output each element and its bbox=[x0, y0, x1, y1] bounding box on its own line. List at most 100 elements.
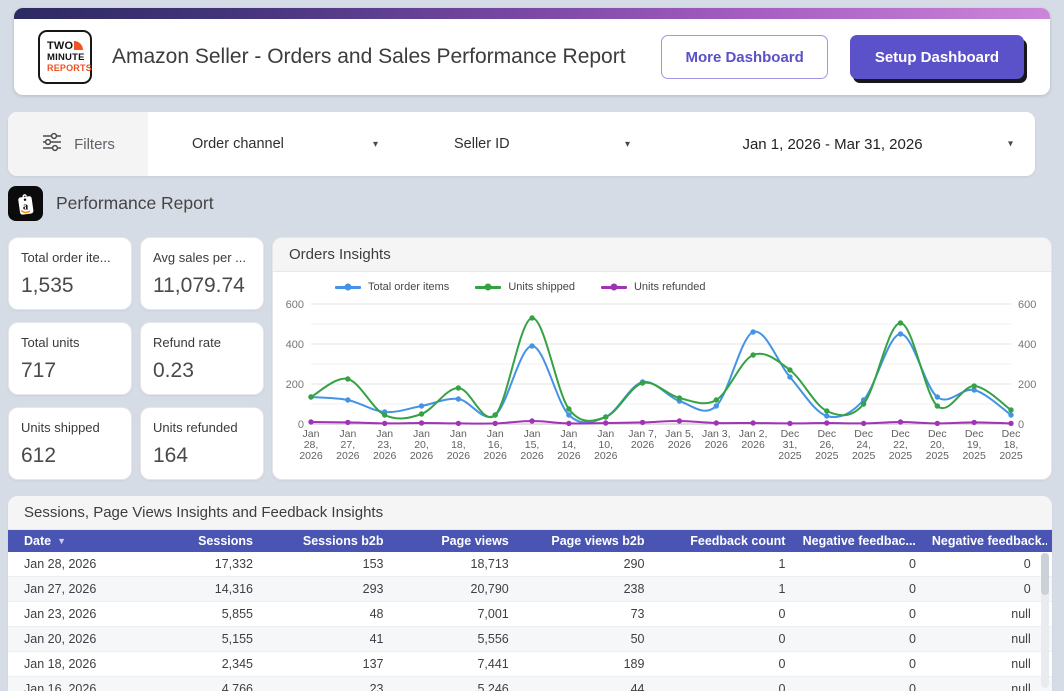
cell-sessions: 4,766 bbox=[149, 682, 269, 691]
column-header-page-views-b2b[interactable]: Page views b2b bbox=[525, 534, 661, 548]
column-header-page-views[interactable]: Page views bbox=[399, 534, 524, 548]
cell-negative-feedbac: 0 bbox=[801, 682, 932, 691]
legend-item-units-shipped[interactable]: Units shipped bbox=[475, 281, 575, 293]
column-header-negative-feedbac[interactable]: Negative feedbac... bbox=[801, 534, 932, 548]
table-row-jan-28-2026: Jan 28, 202617,33215318,713290100 bbox=[8, 552, 1052, 577]
svg-text:2026: 2026 bbox=[520, 450, 544, 462]
kpi-card-avg-sales-per: Avg sales per ... 11,079.74 bbox=[140, 237, 264, 310]
series-line-units-refunded bbox=[311, 421, 1011, 424]
column-header-label: Sessions bbox=[198, 534, 253, 548]
cell-page-views: 20,790 bbox=[399, 582, 524, 596]
legend-marker bbox=[475, 286, 501, 289]
svg-text:2026: 2026 bbox=[557, 450, 581, 462]
cell-sessions: 2,345 bbox=[149, 657, 269, 671]
legend-dot bbox=[345, 284, 352, 291]
cell-date: Jan 16, 2026 bbox=[8, 682, 149, 691]
logo-line1: TWO bbox=[47, 41, 73, 52]
header-card: TWO MINUTE REPORTS Amazon Seller - Order… bbox=[14, 8, 1050, 95]
legend-item-units-refunded[interactable]: Units refunded bbox=[601, 281, 706, 293]
kpi-value: 612 bbox=[21, 444, 119, 468]
cell-sessions-b2b: 293 bbox=[269, 582, 400, 596]
legend-marker bbox=[601, 286, 627, 289]
sessions-pageviews-feedback-card: Sessions, Page Views Insights and Feedba… bbox=[8, 496, 1052, 691]
table-row-jan-16-2026: Jan 16, 20264,766235,2464400null bbox=[8, 677, 1052, 691]
table-scrollbar bbox=[1041, 553, 1049, 688]
seller-id-label: Seller ID bbox=[454, 136, 510, 152]
date-range-picker[interactable]: Jan 1, 2026 - Mar 31, 2026 ▾ bbox=[630, 112, 1035, 176]
legend-item-total-order-items[interactable]: Total order items bbox=[335, 281, 449, 293]
kpi-card-units-refunded: Units refunded164 bbox=[140, 407, 264, 480]
setup-dashboard-button[interactable]: Setup Dashboard bbox=[850, 35, 1024, 79]
filters-label: Filters bbox=[74, 136, 115, 153]
sliders-icon bbox=[41, 132, 63, 156]
cell-sessions: 17,332 bbox=[149, 557, 269, 571]
more-dashboard-button[interactable]: More Dashboard bbox=[661, 35, 827, 79]
table-title: Sessions, Page Views Insights and Feedba… bbox=[8, 496, 1052, 530]
svg-text:2026: 2026 bbox=[336, 450, 360, 462]
cell-negative-feedback: null bbox=[932, 657, 1047, 671]
table-row-jan-23-2026: Jan 23, 20265,855487,0017300null bbox=[8, 602, 1052, 627]
chart-title: Orders Insights bbox=[273, 238, 1051, 272]
cell-page-views-b2b: 189 bbox=[525, 657, 661, 671]
column-header-label: Sessions b2b bbox=[303, 534, 384, 548]
column-header-date[interactable]: Date▼ bbox=[8, 534, 149, 548]
svg-text:2025: 2025 bbox=[962, 450, 986, 462]
table-scrollbar-thumb[interactable] bbox=[1041, 553, 1049, 595]
column-header-sessions-b2b[interactable]: Sessions b2b bbox=[269, 534, 400, 548]
cell-feedback-count: 0 bbox=[660, 682, 801, 691]
logo-line3: REPORTS bbox=[47, 63, 90, 73]
chart-legend: Total order items Units shipped Units refu… bbox=[335, 281, 1049, 293]
orders-insights-chart: 00200200400400600600Jan28,2026Jan27,2026… bbox=[275, 294, 1047, 474]
section-title: Performance Report bbox=[56, 193, 214, 214]
svg-text:2026: 2026 bbox=[410, 450, 434, 462]
cell-sessions-b2b: 137 bbox=[269, 657, 400, 671]
kpi-label: Total units bbox=[21, 335, 119, 350]
kpi-label: Avg sales per ... bbox=[153, 250, 251, 265]
order-channel-label: Order channel bbox=[192, 136, 284, 152]
cell-page-views: 18,713 bbox=[399, 557, 524, 571]
svg-text:2025: 2025 bbox=[889, 450, 913, 462]
legend-label: Units shipped bbox=[508, 281, 575, 293]
filters-button[interactable]: Filters bbox=[8, 112, 148, 176]
kpi-card-total-order-ite: Total order ite...1,535 bbox=[8, 237, 132, 310]
kpi-value: 11,079.74 bbox=[153, 274, 251, 298]
kpi-label: Total order ite... bbox=[21, 250, 119, 265]
kpi-label: Refund rate bbox=[153, 335, 251, 350]
legend-dot bbox=[485, 284, 492, 291]
cell-negative-feedback: null bbox=[932, 607, 1047, 621]
cell-negative-feedbac: 0 bbox=[801, 632, 932, 646]
column-header-sessions[interactable]: Sessions bbox=[149, 534, 269, 548]
svg-text:2025: 2025 bbox=[815, 450, 839, 462]
svg-text:2025: 2025 bbox=[778, 450, 802, 462]
cell-page-views-b2b: 238 bbox=[525, 582, 661, 596]
column-header-feedback-count[interactable]: Feedback count bbox=[660, 534, 801, 548]
column-header-label: Page views bbox=[441, 534, 508, 548]
series-line-units-shipped bbox=[311, 318, 1011, 421]
order-channel-dropdown[interactable]: Order channel ▾ bbox=[148, 112, 378, 176]
legend-label: Total order items bbox=[368, 281, 449, 293]
cell-page-views: 5,246 bbox=[399, 682, 524, 691]
cell-feedback-count: 1 bbox=[660, 582, 801, 596]
svg-text:400: 400 bbox=[1018, 339, 1036, 351]
svg-text:2026: 2026 bbox=[299, 450, 323, 462]
cell-page-views-b2b: 290 bbox=[525, 557, 661, 571]
seller-id-dropdown[interactable]: Seller ID ▾ bbox=[378, 112, 630, 176]
filters-bar: Filters Order channel ▾ Seller ID ▾ Jan … bbox=[8, 112, 1035, 176]
cell-negative-feedback: 0 bbox=[932, 582, 1047, 596]
cell-sessions: 5,855 bbox=[149, 607, 269, 621]
two-minute-reports-logo: TWO MINUTE REPORTS bbox=[38, 30, 92, 84]
cell-negative-feedbac: 0 bbox=[801, 657, 932, 671]
cell-page-views-b2b: 44 bbox=[525, 682, 661, 691]
kpi-value: 164 bbox=[153, 444, 251, 468]
series-line-total-order-items bbox=[311, 332, 1011, 423]
page-title: Amazon Seller - Orders and Sales Perform… bbox=[112, 45, 626, 69]
cell-sessions-b2b: 153 bbox=[269, 557, 400, 571]
svg-text:400: 400 bbox=[286, 339, 304, 351]
kpi-card-refund-rate: Refund rate0.23 bbox=[140, 322, 264, 395]
cell-page-views: 5,556 bbox=[399, 632, 524, 646]
cell-feedback-count: 1 bbox=[660, 557, 801, 571]
table-header-row: Date▼ Sessions Sessions b2b Page views Page … bbox=[8, 530, 1052, 552]
column-header-negative-feedback[interactable]: Negative feedback... bbox=[932, 534, 1047, 548]
cell-negative-feedback: null bbox=[932, 682, 1047, 691]
column-header-label: Negative feedback... bbox=[932, 534, 1047, 548]
